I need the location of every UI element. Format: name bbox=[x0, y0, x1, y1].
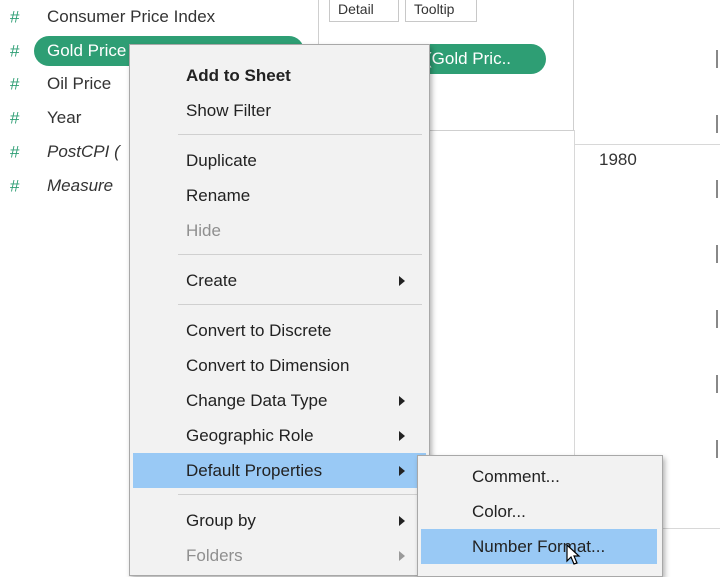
submenu-item-color[interactable]: Color... bbox=[418, 494, 662, 529]
submenu-arrow-icon bbox=[399, 430, 405, 441]
menu-item-label: Convert to Discrete bbox=[186, 320, 332, 340]
menu-item-label: Change Data Type bbox=[186, 390, 328, 410]
header-divider bbox=[575, 144, 720, 145]
hash-icon: # bbox=[10, 142, 20, 162]
submenu-item-label: Number Format... bbox=[472, 536, 606, 556]
menu-item-label: Geographic Role bbox=[186, 425, 314, 445]
menu-item-label: Default Properties bbox=[186, 460, 323, 480]
menu-separator bbox=[178, 254, 422, 255]
submenu-item-number-format[interactable]: Number Format... bbox=[421, 529, 657, 564]
axis-tick bbox=[716, 245, 718, 263]
menu-item-label: Hide bbox=[186, 220, 221, 240]
submenu-arrow-icon bbox=[399, 550, 405, 561]
menu-separator bbox=[178, 304, 422, 305]
tooltip-button[interactable]: Tooltip bbox=[405, 0, 477, 22]
axis-tick bbox=[716, 180, 718, 198]
axis-tick bbox=[716, 375, 718, 393]
menu-item-label: Create bbox=[186, 270, 238, 290]
axis-tick bbox=[716, 50, 718, 68]
menu-item-add-to-sheet[interactable]: Add to Sheet bbox=[130, 58, 429, 93]
menu-item-label: Add to Sheet bbox=[186, 65, 291, 85]
hash-icon: # bbox=[10, 7, 20, 27]
menu-item-default-properties[interactable]: Default Properties bbox=[133, 453, 426, 488]
axis-tick bbox=[716, 310, 718, 328]
submenu-item-label: Color... bbox=[472, 501, 526, 521]
submenu-arrow-icon bbox=[399, 395, 405, 406]
axis-tick bbox=[716, 115, 718, 133]
field-label: Year bbox=[47, 108, 82, 127]
axis-tick bbox=[716, 440, 718, 458]
menu-item-label: Folders bbox=[186, 545, 243, 565]
menu-item-change-data-type[interactable]: Change Data Type bbox=[130, 383, 429, 418]
field-context-menu: Add to Sheet Show Filter Duplicate Renam… bbox=[129, 44, 430, 576]
menu-item-label: Group by bbox=[186, 510, 256, 530]
detail-button[interactable]: Detail bbox=[329, 0, 399, 22]
submenu-arrow-icon bbox=[399, 275, 405, 286]
menu-item-label: Duplicate bbox=[186, 150, 257, 170]
submenu-item-label: Comment... bbox=[472, 466, 560, 486]
menu-item-convert-to-dimension[interactable]: Convert to Dimension bbox=[130, 348, 429, 383]
menu-item-rename[interactable]: Rename bbox=[130, 178, 429, 213]
menu-separator bbox=[178, 494, 422, 495]
menu-item-show-filter[interactable]: Show Filter bbox=[130, 93, 429, 128]
submenu-arrow-icon bbox=[399, 465, 405, 476]
menu-separator bbox=[178, 134, 422, 135]
default-properties-submenu: Comment... Color... Number Format... bbox=[417, 455, 663, 577]
menu-item-label: Convert to Dimension bbox=[186, 355, 350, 375]
menu-item-duplicate[interactable]: Duplicate bbox=[130, 143, 429, 178]
field-label: PostCPI ( bbox=[47, 142, 120, 161]
menu-item-label: Rename bbox=[186, 185, 251, 205]
menu-item-create[interactable]: Create bbox=[130, 263, 429, 298]
hash-icon: # bbox=[10, 176, 20, 196]
field-consumer-price-index[interactable]: # Consumer Price Index bbox=[0, 1, 320, 33]
year-header: 1980 bbox=[599, 150, 637, 169]
submenu-item-comment[interactable]: Comment... bbox=[418, 459, 662, 494]
menu-item-geographic-role[interactable]: Geographic Role bbox=[130, 418, 429, 453]
hash-icon: # bbox=[10, 41, 20, 61]
menu-item-group-by[interactable]: Group by bbox=[130, 503, 429, 538]
submenu-arrow-icon bbox=[399, 515, 405, 526]
menu-item-convert-to-discrete[interactable]: Convert to Discrete bbox=[130, 313, 429, 348]
hash-icon: # bbox=[10, 108, 20, 128]
hash-icon: # bbox=[10, 74, 20, 94]
menu-item-folders[interactable]: Folders bbox=[130, 538, 429, 573]
pill-label: (Gold Pric.. bbox=[426, 49, 512, 68]
field-label: Measure bbox=[47, 176, 114, 195]
field-label: Gold Price bbox=[47, 41, 127, 60]
field-label: Oil Price bbox=[47, 74, 112, 93]
mouse-cursor-icon bbox=[566, 544, 581, 565]
field-label: Consumer Price Index bbox=[47, 7, 216, 26]
menu-item-hide[interactable]: Hide bbox=[130, 213, 429, 248]
menu-item-label: Show Filter bbox=[186, 100, 272, 120]
